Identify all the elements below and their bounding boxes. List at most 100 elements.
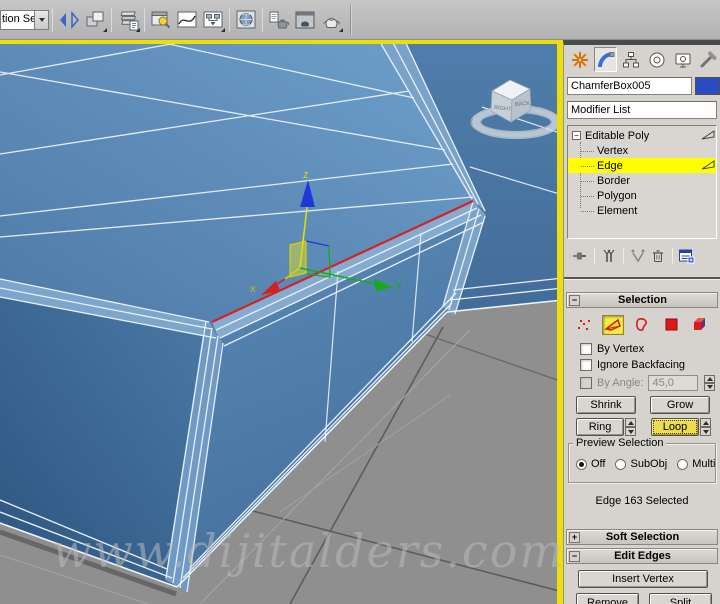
remove-modifier-icon: [653, 250, 663, 262]
spinner-up-icon[interactable]: [700, 418, 711, 427]
by-vertex-checkbox[interactable]: [580, 343, 592, 355]
layer-manager-button[interactable]: [115, 7, 141, 33]
viewport-scene: z x y RIGHT BACK: [0, 36, 564, 604]
spinner-down-icon[interactable]: [704, 383, 716, 391]
align-icon: [86, 11, 104, 26]
gizmo-x-label: x: [250, 283, 256, 295]
rollout-header-soft-selection[interactable]: + Soft Selection: [566, 529, 718, 545]
motion-icon: [649, 52, 665, 67]
collapse-icon[interactable]: −: [569, 294, 580, 306]
mirror-button[interactable]: [56, 7, 82, 33]
selection-status-text: Edge 163 Selected: [595, 495, 689, 507]
spinner-down-icon[interactable]: [700, 427, 711, 436]
spinner-up-icon[interactable]: [704, 375, 716, 383]
tab-modify[interactable]: [593, 47, 618, 72]
tab-hierarchy[interactable]: [619, 47, 643, 72]
viewport[interactable]: z x y RIGHT BACK: [0, 36, 564, 604]
object-color-swatch[interactable]: [694, 77, 720, 95]
toolbar-separator: [52, 7, 53, 32]
remove-split-row: Remove Split: [576, 593, 712, 604]
rollout-header-edit-edges[interactable]: − Edit Edges: [566, 548, 718, 564]
modify-icon: [597, 51, 614, 67]
align-button[interactable]: [82, 7, 108, 33]
tab-motion[interactable]: [645, 47, 669, 72]
shrink-grow-row: Shrink Grow: [576, 396, 710, 414]
ignore-backfacing-checkbox[interactable]: [580, 359, 592, 371]
configure-modifier-sets-button[interactable]: [677, 247, 697, 265]
loop-spinner[interactable]: [700, 418, 711, 436]
make-unique-icon: [631, 249, 645, 263]
preview-selection-group: Preview Selection Off SubObj Multi: [568, 437, 716, 483]
show-end-result-button[interactable]: [599, 247, 619, 265]
stack-row-arrow-icon: [701, 160, 715, 170]
toolbar-separator: [262, 7, 263, 32]
panel-divider: [564, 277, 720, 280]
application-window: tion Se z x y RIGHT BACK ChamferBox005 M…: [0, 0, 720, 604]
configure-modifier-sets-icon: [679, 249, 695, 264]
command-panel: ChamferBox005 Modifier List − Editable P…: [563, 40, 720, 604]
stack-row-border[interactable]: Border: [568, 173, 716, 188]
rendered-frame-window-button[interactable]: [292, 7, 318, 33]
remove-modifier-button[interactable]: [648, 247, 668, 265]
toolbar-end-separator: [350, 4, 352, 35]
insert-vertex-button[interactable]: Insert Vertex: [578, 570, 708, 588]
modifier-list-dropdown[interactable]: Modifier List: [567, 101, 717, 119]
stack-row-editable-poly[interactable]: − Editable Poly: [568, 128, 716, 143]
expand-icon[interactable]: +: [569, 531, 580, 543]
split-button[interactable]: Split: [649, 593, 712, 604]
material-editor-button[interactable]: [233, 7, 259, 33]
viewport-active-border-top: [0, 40, 563, 44]
stack-row-polygon[interactable]: Polygon: [568, 188, 716, 203]
combo-dropdown-button[interactable]: [34, 9, 49, 30]
tab-display[interactable]: [671, 47, 695, 72]
schematic-view-button[interactable]: [200, 7, 226, 33]
schematic-view-icon: [203, 11, 223, 27]
named-selection-sets-value[interactable]: tion Se: [0, 9, 34, 30]
by-angle-spinner[interactable]: [704, 375, 716, 391]
preview-selection-radios: Off SubObj Multi: [569, 458, 715, 470]
tab-utilities[interactable]: [696, 47, 720, 72]
ring-spinner[interactable]: [625, 418, 636, 436]
spinner-down-icon[interactable]: [625, 427, 636, 436]
make-unique-button[interactable]: [628, 247, 648, 265]
radio-multi[interactable]: [677, 458, 689, 470]
render-setup-button[interactable]: [266, 7, 292, 33]
vertex-icon: [578, 319, 590, 330]
stack-row-element[interactable]: Element: [568, 203, 716, 218]
radio-subobj[interactable]: [615, 458, 627, 470]
remove-button[interactable]: Remove: [576, 593, 639, 604]
subobject-border-button[interactable]: [631, 315, 653, 335]
object-name-row: ChamferBox005: [567, 77, 720, 95]
gizmo-xz-plane-handle[interactable]: [289, 240, 307, 278]
spinner-up-icon[interactable]: [625, 418, 636, 427]
modifier-stack: − Editable Poly Vertex Edge Border Polyg…: [567, 125, 717, 239]
by-angle-value-field[interactable]: 45,0: [648, 375, 699, 391]
stack-row-edge[interactable]: Edge: [568, 158, 716, 173]
by-angle-checkbox[interactable]: [580, 377, 592, 389]
named-selection-sets-combo[interactable]: tion Se: [0, 9, 49, 30]
loop-button[interactable]: Loop: [651, 418, 699, 436]
render-production-button[interactable]: [318, 7, 344, 33]
object-name-field[interactable]: ChamferBox005: [567, 77, 692, 95]
ring-button[interactable]: Ring: [576, 418, 624, 436]
create-icon: [571, 51, 588, 68]
pin-stack-button[interactable]: [570, 247, 590, 265]
chevron-down-icon: [38, 17, 45, 22]
curve-editor-button[interactable]: [174, 7, 200, 33]
rollout-header-selection[interactable]: − Selection: [566, 292, 718, 308]
collapse-icon[interactable]: −: [572, 131, 581, 140]
collapse-icon[interactable]: −: [569, 550, 580, 562]
subobject-edge-button[interactable]: [602, 314, 624, 335]
shrink-button[interactable]: Shrink: [576, 396, 636, 414]
edge-icon: [604, 318, 621, 331]
subobject-polygon-button[interactable]: [660, 315, 682, 335]
stack-row-vertex[interactable]: Vertex: [568, 143, 716, 158]
toolbar-separator: [144, 7, 145, 32]
subobject-element-button[interactable]: [689, 315, 711, 335]
tab-create[interactable]: [568, 47, 592, 72]
radio-off[interactable]: [576, 458, 587, 470]
subobject-vertex-button[interactable]: [573, 315, 595, 335]
scene-explorer-button[interactable]: [148, 7, 174, 33]
grow-button[interactable]: Grow: [650, 396, 710, 414]
render-setup-icon: [269, 11, 290, 28]
